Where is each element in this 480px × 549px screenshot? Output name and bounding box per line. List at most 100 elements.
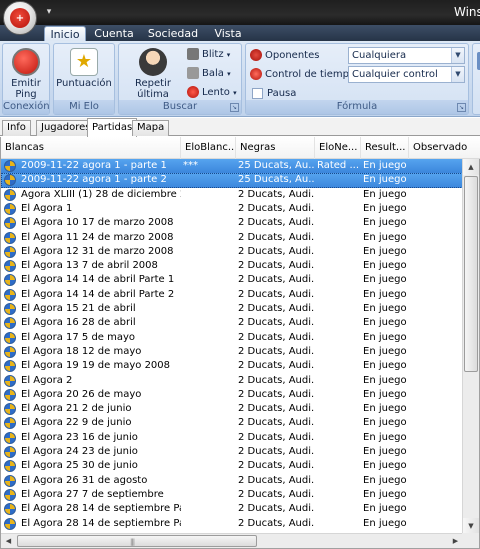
cell-observado (409, 302, 463, 316)
table-row[interactable]: El Agora 21 2 de junio 2 Ducats, Audi... E… (1, 402, 463, 416)
column-header-blancas[interactable]: Blancas (1, 137, 181, 159)
table-row[interactable]: El Agora 10 17 de marzo 2008 2 Ducats, Au… (1, 216, 463, 230)
cell-observado (409, 402, 463, 416)
control-tiempo-select[interactable]: Cualquier control ▼ (348, 66, 465, 83)
column-header-elonegras[interactable]: EloNe... (315, 137, 361, 159)
lento-button[interactable]: Lento ▾ (187, 84, 237, 101)
buscar-dialog-launcher-icon[interactable]: ↘ (230, 103, 239, 112)
tab-sociedad[interactable]: Sociedad (146, 26, 200, 41)
cell-negras: 25 Ducats, Au... (238, 160, 315, 171)
group-mi-elo-label: Mi Elo (54, 100, 114, 114)
cell-elonegras (315, 173, 361, 187)
table-row[interactable]: El Agora 14 14 de abril Parte 1 2 Ducats,… (1, 273, 463, 287)
cell-resultado: En juego (363, 274, 407, 286)
table-row[interactable]: El Agora 28 14 de septiembre Par... 2 Duc… (1, 517, 463, 531)
chevron-down-icon[interactable]: ▼ (451, 48, 464, 63)
table-row[interactable]: El Agora 25 30 de junio 2 Ducats, Audi...… (1, 459, 463, 473)
table-row[interactable]: El Agora 12 31 de marzo 2008 2 Ducats, Au… (1, 245, 463, 259)
cell-eloblancas (181, 345, 236, 359)
table-row[interactable]: El Agora 14 14 de abril Parte 2 2 Ducats,… (1, 288, 463, 302)
cell-blancas: El Agora 24 23 de junio (21, 446, 138, 457)
table-row[interactable]: El Agora 15 21 de abril 2 Ducats, Audi...… (1, 302, 463, 316)
vertical-scrollbar[interactable]: ▲ ▼ (462, 159, 479, 534)
formula-dialog-launcher-icon[interactable]: ↘ (457, 103, 466, 112)
table-row[interactable]: El Agora 19 19 de mayo 2008 2 Ducats, Aud… (1, 359, 463, 373)
table-row[interactable]: 2009-11-22 agora 1 - parte 2 25 Ducats, A… (1, 173, 463, 188)
cell-eloblancas (181, 231, 236, 245)
cell-negras: 2 Ducats, Audi... (238, 260, 315, 272)
table-row[interactable]: El Agora 16 28 de abril 2 Ducats, Audi...… (1, 316, 463, 330)
scroll-right-icon[interactable]: ▶ (448, 534, 463, 548)
cell-negras: 2 Ducats, Audi... (238, 274, 315, 286)
cell-blancas: El Agora 21 2 de junio (21, 403, 132, 415)
cell-elonegras (315, 388, 361, 402)
column-header-resultado[interactable]: Result... (361, 137, 409, 159)
table-row[interactable]: El Agora 13 7 de abril 2008 2 Ducats, Aud… (1, 259, 463, 273)
blitz-label: Blitz (202, 49, 224, 60)
cell-observado (409, 202, 463, 216)
app-menu-button[interactable]: + (3, 1, 37, 35)
vertical-scroll-thumb[interactable] (464, 176, 478, 372)
table-row[interactable]: El Agora 1 2 Ducats, Audi... En juego (1, 202, 463, 216)
tab-cuenta[interactable]: Cuenta (92, 26, 136, 41)
column-header-eloblancas[interactable]: EloBlanc... (181, 137, 236, 159)
scroll-down-icon[interactable]: ▼ (463, 518, 479, 534)
cell-resultado: En juego (363, 331, 407, 343)
cell-resultado: En juego (363, 417, 407, 429)
scroll-up-icon[interactable]: ▲ (463, 159, 479, 175)
tab-partidas[interactable]: Partidas (87, 118, 138, 137)
pausa-checkbox-box[interactable] (252, 87, 263, 99)
table-row[interactable]: Agora XLIII (1) 28 de diciembre 2... 2 Du… (1, 188, 463, 202)
game-board-icon (4, 503, 16, 516)
oponentes-label-row: Oponentes (250, 47, 319, 64)
cell-elonegras (315, 402, 361, 416)
quick-access-chevron-icon[interactable]: ▾ (42, 5, 56, 19)
table-row[interactable]: El Agora 24 23 de junio 2 Ducats, Audi...… (1, 445, 463, 459)
tab-vista[interactable]: Vista (210, 26, 246, 41)
cell-blancas: El Agora 2 (21, 374, 73, 386)
scroll-corner (462, 533, 479, 548)
tab-info[interactable]: Info (2, 120, 31, 136)
tab-mapa[interactable]: Mapa (132, 120, 170, 136)
cell-resultado: En juego (363, 202, 407, 214)
table-row[interactable]: El Agora 20 26 de mayo 2 Ducats, Audi... E… (1, 388, 463, 402)
cell-elonegras (315, 474, 361, 488)
puntuacion-button[interactable]: ★ Puntuación (56, 46, 112, 102)
horizontal-scrollbar[interactable]: ◀ ||| ▶ (1, 533, 463, 548)
cell-observado (409, 488, 463, 502)
table-row[interactable]: El Agora 23 16 de junio 2 Ducats, Audi...… (1, 431, 463, 445)
cell-negras: 2 Ducats, Audi... (238, 202, 315, 214)
cell-eloblancas (181, 402, 236, 416)
cell-blancas: El Agora 13 7 de abril 2008 (21, 260, 158, 272)
group-clipped (472, 43, 480, 115)
table-row[interactable]: El Agora 28 14 de septiembre Par... 2 Duc… (1, 502, 463, 516)
repetir-busqueda-button[interactable]: Repetir última búsqueda (121, 46, 185, 111)
column-header-negras[interactable]: Negras (236, 137, 315, 159)
oponentes-icon (250, 49, 262, 61)
column-header-observado[interactable]: Observado (409, 137, 480, 159)
oponentes-select[interactable]: Cualquiera ▼ (348, 47, 465, 64)
emitir-ping-button[interactable]: Emitir Ping (5, 46, 47, 102)
cell-elonegras (315, 431, 361, 445)
cell-eloblancas (181, 517, 236, 531)
table-row[interactable]: El Agora 18 12 de mayo 2 Ducats, Audi... E… (1, 345, 463, 359)
horizontal-scroll-thumb[interactable]: ||| (17, 535, 257, 547)
table-row[interactable]: El Agora 17 5 de mayo 2 Ducats, Audi... En… (1, 331, 463, 345)
puntuacion-label: Puntuación (56, 78, 112, 89)
table-row[interactable]: 2009-11-22 agora 1 - parte 1 *** 25 Ducats… (1, 159, 463, 174)
cell-eloblancas (181, 288, 236, 302)
tab-inicio[interactable]: Inicio (44, 26, 86, 41)
bala-button[interactable]: Bala ▾ (187, 65, 231, 82)
table-row[interactable]: El Agora 22 9 de junio 2 Ducats, Audi... E… (1, 416, 463, 430)
table-row[interactable]: El Agora 2 2 Ducats, Audi... En juego (1, 374, 463, 388)
cell-observado (409, 459, 463, 473)
games-table: Blancas EloBlanc... Negras EloNe... Resu… (0, 137, 480, 549)
scroll-left-icon[interactable]: ◀ (1, 534, 16, 548)
chevron-down-icon[interactable]: ▼ (451, 67, 464, 82)
cell-eloblancas (181, 316, 236, 330)
table-row[interactable]: El Agora 11 24 de marzo 2008 2 Ducats, Au… (1, 231, 463, 245)
table-row[interactable]: El Agora 27 7 de septiembre 2 Ducats, Aud… (1, 488, 463, 502)
blitz-button[interactable]: Blitz ▾ (187, 46, 230, 63)
table-row[interactable]: El Agora 26 31 de agosto 2 Ducats, Audi..… (1, 474, 463, 488)
cell-blancas: El Agora 25 30 de junio (21, 460, 138, 472)
